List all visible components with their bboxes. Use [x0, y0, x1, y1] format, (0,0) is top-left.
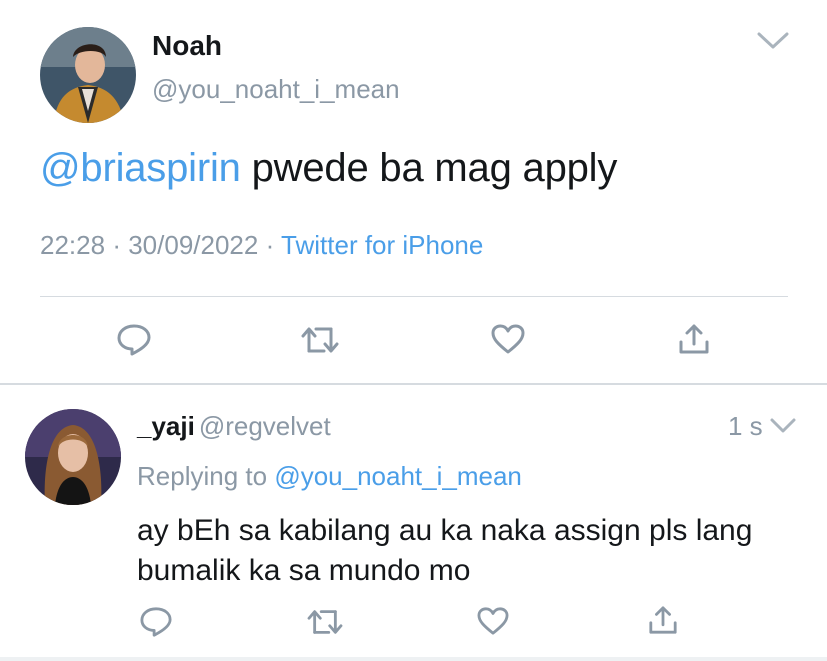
heart-icon[interactable] [490, 323, 526, 355]
tweet-time: 22:28 [40, 230, 106, 260]
bottom-edge [0, 657, 827, 661]
tweet-text: @briaspirin pwede ba mag apply [40, 146, 617, 191]
chevron-down-icon[interactable] [769, 417, 797, 440]
tweet-separator [0, 383, 827, 385]
tweet-body: pwede ba mag apply [240, 146, 618, 190]
tweet-source-link[interactable]: Twitter for iPhone [281, 230, 483, 260]
share-icon[interactable] [678, 322, 710, 356]
tweet-meta: 22:28 · 30/09/2022 · Twitter for iPhone [40, 230, 483, 261]
reply-author[interactable]: _yaji @regvelvet [137, 411, 331, 442]
reply-author-handle[interactable]: @regvelvet [199, 411, 331, 441]
tweet-date: 30/09/2022 [128, 230, 259, 260]
replying-prefix: Replying to [137, 461, 275, 491]
retweet-icon[interactable] [300, 323, 340, 357]
chevron-down-icon[interactable] [756, 30, 790, 57]
avatar-noah[interactable] [40, 27, 136, 123]
replying-to-link[interactable]: @you_noaht_i_mean [274, 461, 522, 491]
heart-icon[interactable] [476, 606, 510, 636]
reply-icon[interactable] [139, 606, 173, 638]
reply-author-name[interactable]: _yaji [137, 411, 195, 441]
avatar-yaji[interactable] [25, 409, 121, 505]
retweet-icon[interactable] [306, 606, 344, 638]
mention-link[interactable]: @briaspirin [40, 146, 241, 190]
meta-dot: · [112, 230, 121, 260]
replying-to: Replying to @you_noaht_i_mean [137, 461, 522, 492]
author-handle[interactable]: @you_noaht_i_mean [152, 74, 400, 105]
author-name[interactable]: Noah [152, 30, 222, 62]
reply-timestamp: 1 s [728, 411, 763, 441]
share-icon[interactable] [648, 604, 678, 636]
reply-icon[interactable] [116, 323, 152, 357]
divider [40, 296, 788, 297]
meta-dot: · [265, 230, 275, 260]
reply-text: ay bEh sa kabilang au ka naka assign pls… [137, 514, 753, 587]
